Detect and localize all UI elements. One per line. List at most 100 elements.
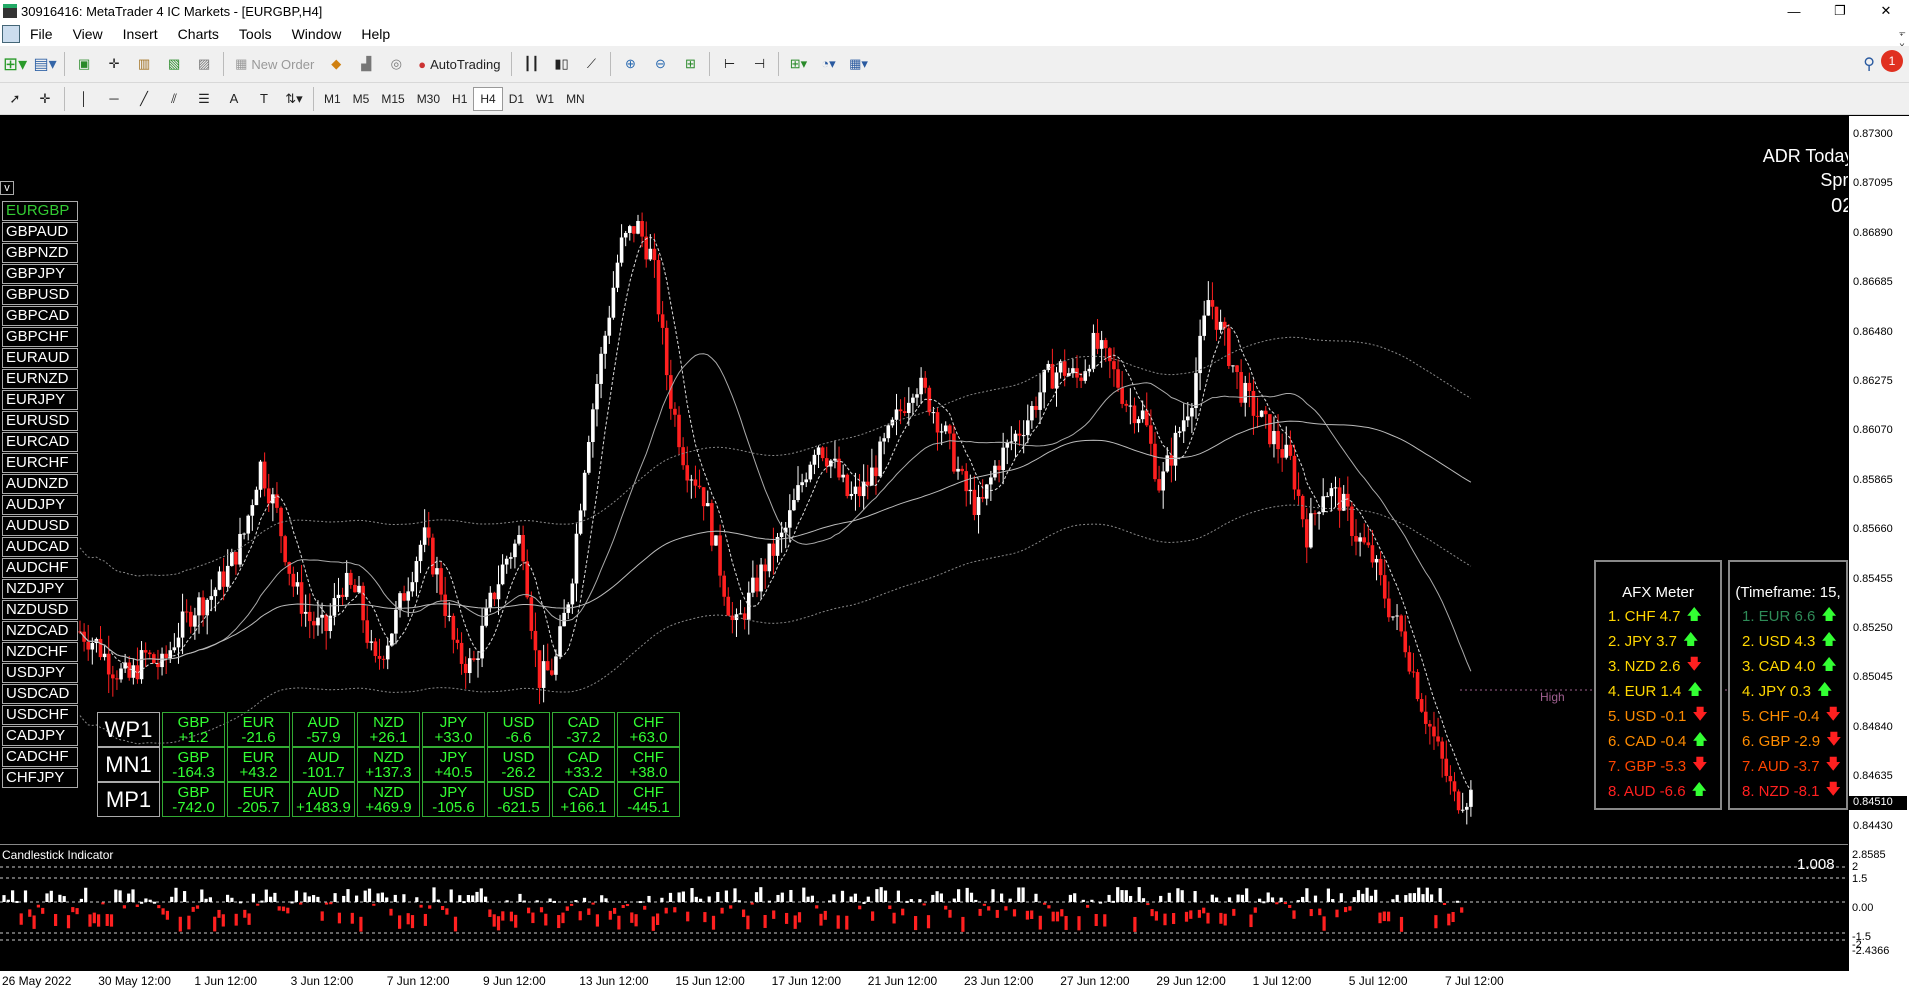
document-icon[interactable] (2, 25, 20, 43)
menu-tools[interactable]: Tools (229, 26, 282, 42)
indicator-bar (1382, 911, 1386, 922)
restore-button[interactable]: ❐ (1817, 0, 1863, 22)
templates-icon[interactable]: ▦▾ (846, 51, 870, 77)
menu-insert[interactable]: Insert (113, 26, 168, 42)
timeframe-m1[interactable]: M1 (318, 87, 347, 111)
notification-icon[interactable]: 1 (1881, 50, 1903, 72)
menu-help[interactable]: Help (351, 26, 400, 42)
symbol-button[interactable]: GBPCAD (2, 306, 78, 326)
symbol-button[interactable]: USDJPY (2, 663, 78, 683)
timeframe-m30[interactable]: M30 (411, 87, 446, 111)
strategy-tester-icon[interactable]: ▨ (192, 51, 216, 77)
symbol-button[interactable]: AUDNZD (2, 474, 78, 494)
symbol-button[interactable]: GBPNZD (2, 243, 78, 263)
symbol-button[interactable]: NZDJPY (2, 579, 78, 599)
minimize-button[interactable]: — (1771, 0, 1817, 22)
candle-body (1181, 420, 1186, 432)
cursor-icon[interactable]: ➚ (3, 86, 27, 112)
symbol-panel-toggle[interactable]: v (0, 181, 14, 195)
trendline-icon[interactable]: ╱ (132, 86, 156, 112)
symbol-button[interactable]: USDCAD (2, 684, 78, 704)
symbol-button[interactable]: AUDJPY (2, 495, 78, 515)
text-icon[interactable]: A (222, 86, 246, 112)
arrows-icon[interactable]: ⇅▾ (282, 86, 306, 112)
vertical-line-icon[interactable]: │ (72, 86, 96, 112)
timeframe-mn[interactable]: MN (560, 87, 591, 111)
zoom-out-icon[interactable]: ⊖ (648, 51, 672, 77)
search-icon[interactable]: ⚲ (1863, 54, 1875, 74)
crosshair-icon[interactable]: ✛ (33, 86, 57, 112)
indicator-bar (845, 915, 849, 930)
symbol-button[interactable]: EURCAD (2, 432, 78, 452)
symbol-button[interactable]: NZDCAD (2, 621, 78, 641)
indicator-bar (733, 888, 737, 902)
symbol-button[interactable]: CHFJPY (2, 768, 78, 788)
symbol-button[interactable]: EURUSD (2, 411, 78, 431)
metaeditor-icon[interactable]: ◆ (324, 51, 348, 77)
indicator-bar (1055, 911, 1060, 922)
menu-file[interactable]: File (20, 26, 63, 42)
symbol-button[interactable]: EURNZD (2, 369, 78, 389)
symbol-button[interactable]: GBPAUD (2, 222, 78, 242)
bar-chart-icon[interactable]: ┃┃ (519, 51, 543, 77)
indicator-bar (888, 905, 892, 910)
symbol-button[interactable]: GBPJPY (2, 264, 78, 284)
symbol-button[interactable]: GBPUSD (2, 285, 78, 305)
symbol-button[interactable]: NZDCHF (2, 642, 78, 662)
candle-body (1165, 455, 1170, 472)
symbol-button[interactable]: EURAUD (2, 348, 78, 368)
afx-row-text: 8. NZD -8.1 (1742, 783, 1820, 800)
candlestick-icon[interactable]: ▮▯ (549, 51, 573, 77)
indicator-bar (531, 912, 535, 924)
horizontal-line-icon[interactable]: ─ (102, 86, 126, 112)
zoom-in-icon[interactable]: ⊕ (618, 51, 642, 77)
close-button[interactable]: ✕ (1863, 0, 1909, 22)
symbol-button[interactable]: AUDCHF (2, 558, 78, 578)
symbol-button[interactable]: EURCHF (2, 453, 78, 473)
timeframe-d1[interactable]: D1 (503, 87, 530, 111)
periods-icon[interactable]: ◔▾ (816, 51, 840, 77)
market-watch-icon[interactable]: ▣ (72, 51, 96, 77)
fibonacci-icon[interactable]: ☰ (192, 86, 216, 112)
symbol-button[interactable]: AUDCAD (2, 537, 78, 557)
candle-body (361, 585, 365, 621)
menu-charts[interactable]: Charts (168, 26, 229, 42)
profiles-icon[interactable]: ▤▾ (33, 51, 57, 77)
symbol-button[interactable]: EURGBP (2, 201, 78, 221)
timeframe-m15[interactable]: M15 (375, 87, 410, 111)
new-chart-icon[interactable]: ⊞▾ (3, 51, 27, 77)
candle-body (1411, 671, 1416, 673)
symbol-button[interactable]: AUDUSD (2, 516, 78, 536)
tile-windows-icon[interactable]: ⊞ (678, 51, 702, 77)
indicator-bar (991, 889, 995, 902)
market-icon[interactable]: ▟ (354, 51, 378, 77)
symbol-button[interactable]: EURJPY (2, 390, 78, 410)
autotrading-button[interactable]: ● AutoTrading (414, 51, 504, 77)
menu-window[interactable]: Window (282, 26, 352, 42)
symbol-button[interactable]: GBPCHF (2, 327, 78, 347)
symbol-button[interactable]: USDCHF (2, 705, 78, 725)
timeframe-m5[interactable]: M5 (347, 87, 376, 111)
symbol-button[interactable]: CADCHF (2, 747, 78, 767)
indicator-subwindow[interactable] (0, 844, 1848, 974)
chart-shift-icon[interactable]: ⊣ (747, 51, 771, 77)
navigator-icon[interactable]: ▥ (132, 51, 156, 77)
indicators-icon[interactable]: ⊞▾ (786, 51, 810, 77)
timeframe-h1[interactable]: H1 (446, 87, 473, 111)
menu-view[interactable]: View (63, 26, 113, 42)
timeframe-w1[interactable]: W1 (530, 87, 560, 111)
auto-scroll-icon[interactable]: ⊢ (717, 51, 741, 77)
terminal-icon[interactable]: ▧ (162, 51, 186, 77)
data-window-icon[interactable]: ✛ (102, 51, 126, 77)
indicator-bar (935, 891, 939, 902)
equidistant-channel-icon[interactable]: ⫽ (162, 86, 186, 112)
time-label: 17 Jun 12:00 (771, 974, 841, 988)
text-label-icon[interactable]: T (252, 86, 276, 112)
symbol-button[interactable]: NZDUSD (2, 600, 78, 620)
new-order-button[interactable]: ▦ New Order (231, 51, 318, 77)
signals-icon[interactable]: ◎ (384, 51, 408, 77)
line-chart-icon[interactable]: ⟋ (579, 51, 603, 77)
symbol-button[interactable]: CADJPY (2, 726, 78, 746)
indicator-bar (294, 890, 298, 902)
timeframe-h4[interactable]: H4 (473, 86, 503, 111)
